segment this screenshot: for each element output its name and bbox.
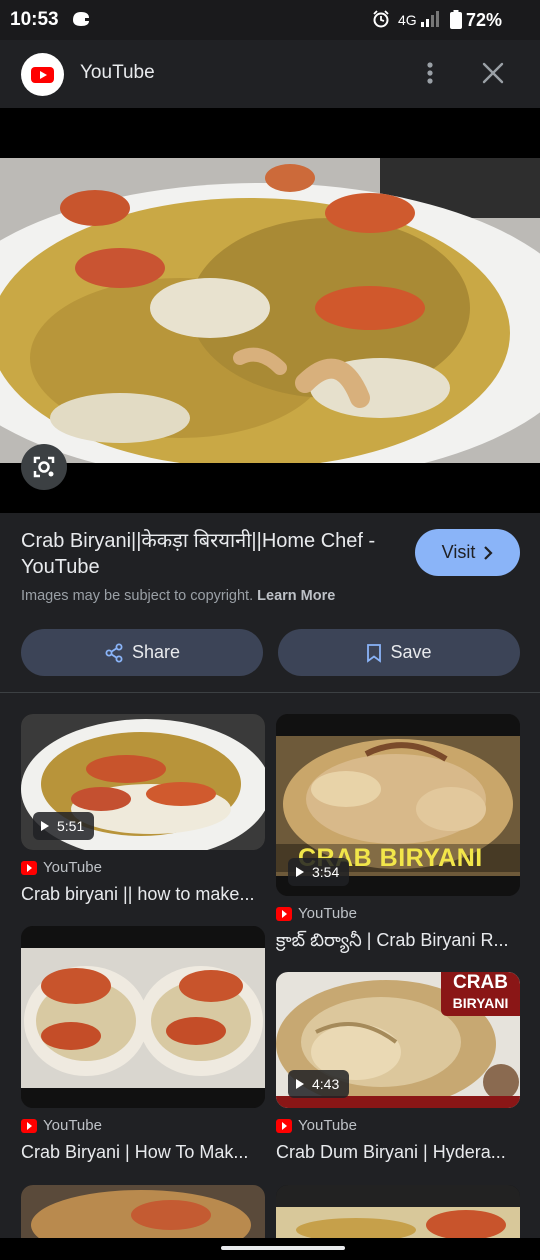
status-bar: 10:53 4G 72%	[0, 0, 540, 40]
result-source: YouTube	[276, 905, 357, 922]
badge-line-2: BIRYANI	[452, 995, 509, 1011]
play-icon	[41, 821, 49, 831]
result-thumbnail: CRAB BIRYANI 3:54	[276, 714, 520, 896]
source-name: YouTube	[298, 1117, 357, 1134]
thumbnail-image	[21, 1185, 265, 1238]
related-result-card-partial[interactable]	[276, 1185, 520, 1238]
visit-label: Visit	[441, 542, 476, 562]
hero-image-viewer[interactable]	[0, 108, 540, 513]
duration-badge: 3:54	[288, 858, 350, 886]
close-icon[interactable]	[480, 60, 506, 86]
related-result-card-partial[interactable]	[21, 1185, 265, 1238]
youtube-favicon-icon	[21, 860, 37, 875]
result-title: Crab Dum Biryani | Hydera...	[276, 1142, 506, 1162]
result-title: Crab Biryani | How To Mak...	[21, 1142, 249, 1162]
save-button[interactable]: Save	[278, 629, 520, 676]
visit-button[interactable]: Visit	[415, 529, 520, 576]
source-name: YouTube	[298, 905, 357, 922]
battery-icon	[450, 10, 462, 29]
result-title: క్రాబ్ బిర్యానీ | Crab Biryani R...	[276, 930, 509, 950]
play-icon	[296, 1079, 304, 1089]
alarm-icon	[373, 10, 389, 28]
thumbnail-image	[276, 1185, 520, 1238]
home-handle[interactable]	[221, 1246, 345, 1250]
play-icon	[296, 867, 304, 877]
share-button[interactable]: Share	[21, 629, 263, 676]
share-label: Share	[131, 642, 181, 662]
youtube-favicon-icon	[21, 1118, 37, 1133]
section-divider	[0, 692, 540, 693]
more-vert-icon[interactable]	[420, 58, 440, 88]
result-thumbnail: 5:51	[21, 714, 265, 850]
status-time: 10:53	[10, 9, 59, 30]
copyright-notice: Images may be subject to copyright. Lear…	[21, 588, 335, 604]
duration-text: 5:51	[57, 818, 85, 834]
learn-more-link[interactable]: Learn More	[257, 588, 335, 604]
result-thumbnail	[21, 926, 265, 1108]
share-icon	[105, 643, 123, 662]
related-result-card[interactable]: 5:51 YouTube Crab biryani || how to make…	[21, 714, 265, 914]
notification-icon	[73, 12, 89, 26]
thumbnail-badge: CRAB BIRYANI	[441, 972, 520, 1016]
network-type: 4G	[398, 12, 417, 28]
google-lens-icon	[33, 456, 55, 478]
thumbnail-image	[21, 926, 265, 1108]
source-header: YouTube	[0, 40, 540, 108]
signal-icon	[421, 11, 439, 27]
duration-text: 3:54	[312, 864, 340, 880]
youtube-favicon-icon	[276, 906, 292, 921]
duration-badge: 4:43	[288, 1070, 350, 1098]
lens-search-button[interactable]	[21, 444, 67, 490]
copyright-text: Images may be subject to copyright.	[21, 588, 254, 604]
save-label: Save	[390, 642, 432, 662]
related-result-card[interactable]: YouTube Crab Biryani | How To Mak...	[21, 926, 265, 1171]
badge-line-1: CRAB	[453, 972, 508, 993]
result-source: YouTube	[276, 1117, 357, 1134]
source-title: YouTube	[80, 62, 155, 83]
source-name: YouTube	[43, 859, 102, 876]
youtube-logo-icon	[21, 53, 64, 96]
source-name: YouTube	[43, 1117, 102, 1134]
related-result-card[interactable]: CRAB BIRYANI 3:54 YouTube క్రాబ్ బిర్యాన…	[276, 714, 520, 959]
result-source: YouTube	[21, 1117, 102, 1134]
duration-badge: 5:51	[33, 812, 95, 840]
result-title: Crab biryani || how to make...	[21, 884, 255, 904]
result-title[interactable]: Crab Biryani||केकड़ा बिरयानी||Home Chef …	[21, 528, 401, 580]
result-thumbnail: CRAB BIRYANI 4:43	[276, 972, 520, 1108]
related-result-card[interactable]: CRAB BIRYANI 4:43 YouTube Crab Dum Birya…	[276, 972, 520, 1172]
bookmark-icon	[367, 643, 382, 663]
gesture-nav-bar	[0, 1238, 540, 1260]
youtube-favicon-icon	[276, 1118, 292, 1133]
duration-text: 4:43	[312, 1076, 340, 1092]
result-source: YouTube	[21, 859, 102, 876]
battery-percent: 72%	[466, 10, 503, 30]
crab-biryani-image	[0, 158, 540, 463]
chevron-right-icon	[484, 545, 493, 560]
